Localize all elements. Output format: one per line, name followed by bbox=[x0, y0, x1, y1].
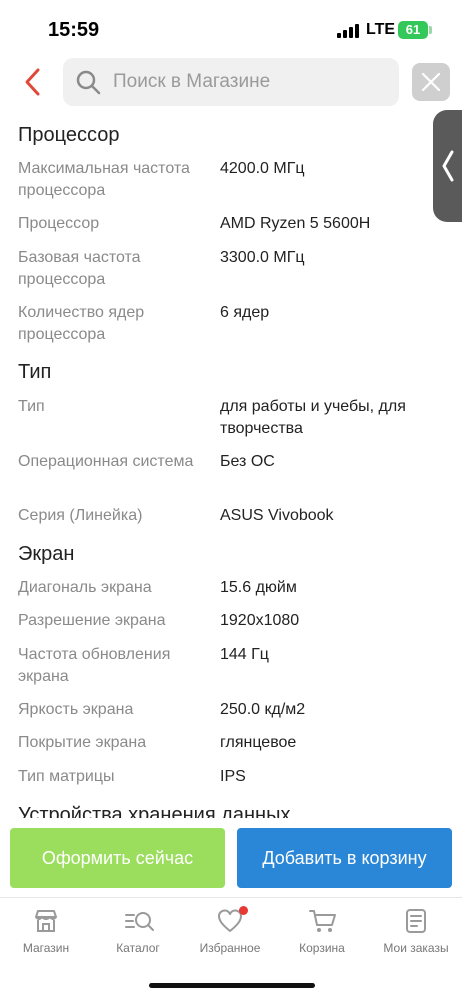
orders-icon bbox=[406, 909, 426, 933]
spec-value: AMD Ryzen 5 5600H bbox=[220, 215, 371, 232]
spec-label: Разрешение экрана bbox=[18, 612, 166, 629]
clear-search-button[interactable] bbox=[412, 63, 450, 101]
nav-label: Мои заказы bbox=[383, 941, 449, 955]
cart-icon bbox=[309, 910, 336, 932]
nav-label: Каталог bbox=[116, 941, 160, 955]
spec-label: Серия (Линейка) bbox=[18, 507, 143, 524]
store-icon bbox=[35, 910, 57, 932]
search-input[interactable] bbox=[113, 58, 393, 106]
section-title-type: Тип bbox=[18, 361, 52, 383]
spec-value: 144 Гц bbox=[220, 646, 269, 663]
nav-item-favorites[interactable]: Избранное bbox=[184, 898, 276, 970]
chevron-left-icon bbox=[442, 150, 454, 182]
spec-label: Диагональ экрана bbox=[18, 579, 152, 596]
nav-item-orders[interactable]: Мои заказы bbox=[370, 898, 462, 970]
spec-label: Процессор bbox=[18, 215, 100, 232]
spec-value: 4200.0 МГц bbox=[220, 160, 305, 177]
back-button[interactable] bbox=[18, 66, 50, 98]
status-time: 15:59 bbox=[48, 19, 100, 41]
spec-value: для работы и учебы, для творчества bbox=[220, 398, 406, 437]
spec-value: 6 ядер bbox=[220, 304, 270, 321]
nav-item-catalog[interactable]: Каталог bbox=[92, 898, 184, 970]
search-icon bbox=[76, 70, 101, 95]
battery-icon: 61 bbox=[398, 21, 428, 39]
nav-item-store[interactable]: Магазин bbox=[0, 898, 92, 970]
bottom-nav: Магазин Каталог Избранное Корзина Мои за… bbox=[0, 897, 462, 969]
spec-label: Тип bbox=[18, 398, 45, 415]
nav-label: Корзина bbox=[299, 941, 345, 955]
close-icon bbox=[421, 72, 441, 92]
nav-item-cart[interactable]: Корзина bbox=[276, 898, 368, 970]
spec-value: IPS bbox=[220, 768, 246, 785]
network-type: LTE bbox=[366, 21, 396, 38]
favorites-badge-dot bbox=[239, 906, 248, 915]
side-panel-handle[interactable] bbox=[433, 110, 462, 222]
spec-value: Без ОС bbox=[220, 453, 275, 470]
spec-label: Количество ядер процессора bbox=[18, 304, 145, 343]
catalog-search-icon bbox=[125, 912, 154, 931]
nav-label: Магазин bbox=[22, 941, 70, 955]
spec-value: 1920x1080 bbox=[220, 612, 300, 629]
spec-label: Тип матрицы bbox=[18, 768, 115, 785]
order-now-button[interactable]: Оформить сейчас bbox=[10, 828, 225, 888]
spec-value: 250.0 кд/м2 bbox=[220, 701, 306, 718]
spec-value: 3300.0 МГц bbox=[220, 249, 305, 266]
spec-value: ASUS Vivobook bbox=[220, 507, 334, 524]
home-indicator bbox=[149, 983, 315, 988]
status-bar: 15:59 LTE 61 bbox=[0, 0, 462, 54]
spec-label: Базовая частота процессора bbox=[18, 249, 141, 288]
spec-label: Яркость экрана bbox=[18, 701, 134, 718]
spec-label: Частота обновления экрана bbox=[18, 646, 171, 685]
section-title-screen: Экран bbox=[18, 543, 75, 565]
nav-label: Избранное bbox=[199, 941, 261, 955]
search-box[interactable] bbox=[63, 58, 399, 106]
chevron-left-icon bbox=[25, 68, 40, 96]
spec-label: Покрытие экрана bbox=[18, 734, 147, 751]
section-title-processor: Процессор bbox=[18, 124, 120, 146]
section-title-storage: Устройства хранения данных bbox=[18, 804, 291, 818]
signal-icon bbox=[337, 24, 361, 38]
spec-value: 15.6 дюйм bbox=[220, 579, 297, 596]
spec-value: глянцевое bbox=[220, 734, 297, 751]
battery-tip bbox=[429, 26, 432, 34]
spec-label: Операционная система bbox=[18, 453, 194, 470]
spec-label: Максимальная частота процессора bbox=[18, 160, 190, 199]
specs-list: Процессор Максимальная частота процессор… bbox=[0, 112, 432, 818]
add-to-cart-button[interactable]: Добавить в корзину bbox=[237, 828, 452, 888]
